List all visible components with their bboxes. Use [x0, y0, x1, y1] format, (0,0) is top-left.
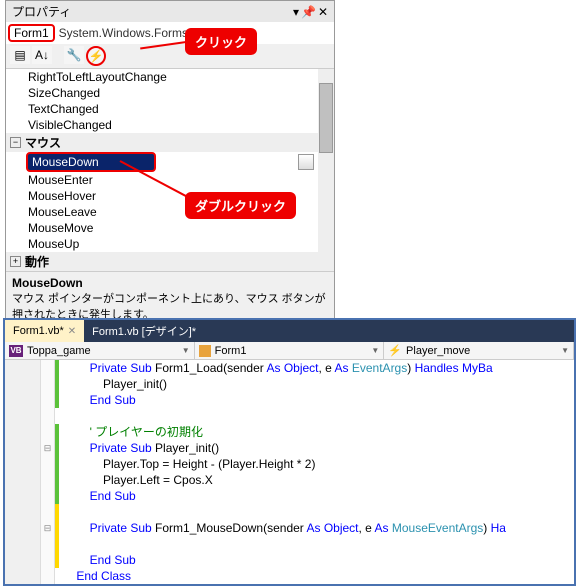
events-list: RightToLeftLayoutChangeSizeChangedTextCh… [6, 69, 334, 271]
callout-doubleclick: ダブルクリック [185, 192, 296, 219]
close-tab-icon[interactable]: ✕ [68, 326, 76, 337]
editor-tab[interactable]: Form1.vb [デザイン]* [84, 320, 204, 342]
navigation-bar: VB Toppa_game▼ Form1▼ ⚡ Player_move▼ [5, 342, 574, 360]
event-row-selected[interactable]: MouseDown [6, 152, 334, 172]
dropdown-icon[interactable]: ▾ [293, 5, 299, 19]
vb-icon: VB [9, 345, 23, 357]
callout-click: クリック [185, 28, 257, 55]
code-text[interactable]: Private Sub Form1_Load(sender As Object,… [59, 360, 574, 584]
event-row[interactable]: MouseMove [6, 220, 334, 236]
object-selector[interactable]: Form1 System.Windows.Forms.Form [6, 22, 334, 44]
gutter [5, 360, 41, 584]
class-selector[interactable]: Form1▼ [195, 342, 385, 359]
category-action[interactable]: +動作 [6, 252, 334, 271]
fold-column[interactable]: ⊟⊟ [41, 360, 55, 584]
project-selector[interactable]: VB Toppa_game▼ [5, 342, 195, 359]
editor-tab[interactable]: Form1.vb* ✕ [5, 320, 84, 342]
category-mouse[interactable]: −マウス [6, 133, 334, 152]
desc-title: MouseDown [12, 276, 83, 290]
event-row[interactable]: RightToLeftLayoutChange [6, 69, 334, 85]
categorized-button[interactable]: ▤ [10, 46, 30, 64]
code-area[interactable]: ⊟⊟ Private Sub Form1_Load(sender As Obje… [5, 360, 574, 584]
close-icon[interactable]: ✕ [318, 5, 328, 19]
panel-title: プロパティ [12, 3, 71, 20]
pin-icon[interactable]: 📌 [301, 5, 316, 19]
selected-object-name: Form1 [8, 24, 55, 42]
scrollbar[interactable] [318, 69, 334, 271]
event-row[interactable]: MouseUp [6, 236, 334, 252]
events-button[interactable]: ⚡ [86, 46, 106, 66]
event-row[interactable]: SizeChanged [6, 85, 334, 101]
event-row[interactable]: VisibleChanged [6, 117, 334, 133]
class-icon [199, 345, 211, 357]
editor-tabs: Form1.vb* ✕Form1.vb [デザイン]* [5, 320, 574, 342]
member-selector[interactable]: ⚡ Player_move▼ [384, 342, 574, 359]
properties-panel: プロパティ ▾ 📌 ✕ Form1 System.Windows.Forms.F… [5, 0, 335, 327]
alphabetical-button[interactable]: A↓ [32, 46, 52, 64]
desc-text: マウス ポインターがコンポーネント上にあり、マウス ボタンが押されたときに発生し… [12, 293, 326, 321]
properties-titlebar: プロパティ ▾ 📌 ✕ [6, 1, 334, 22]
event-handler-dropdown[interactable] [298, 154, 314, 170]
properties-toolbar: ▤ A↓ 🔧 ⚡ [6, 44, 334, 69]
event-row[interactable]: TextChanged [6, 101, 334, 117]
lightning-icon: ⚡ [388, 344, 402, 357]
properties-button[interactable]: 🔧 [64, 46, 84, 64]
code-editor: Form1.vb* ✕Form1.vb [デザイン]* VB Toppa_gam… [3, 318, 576, 586]
